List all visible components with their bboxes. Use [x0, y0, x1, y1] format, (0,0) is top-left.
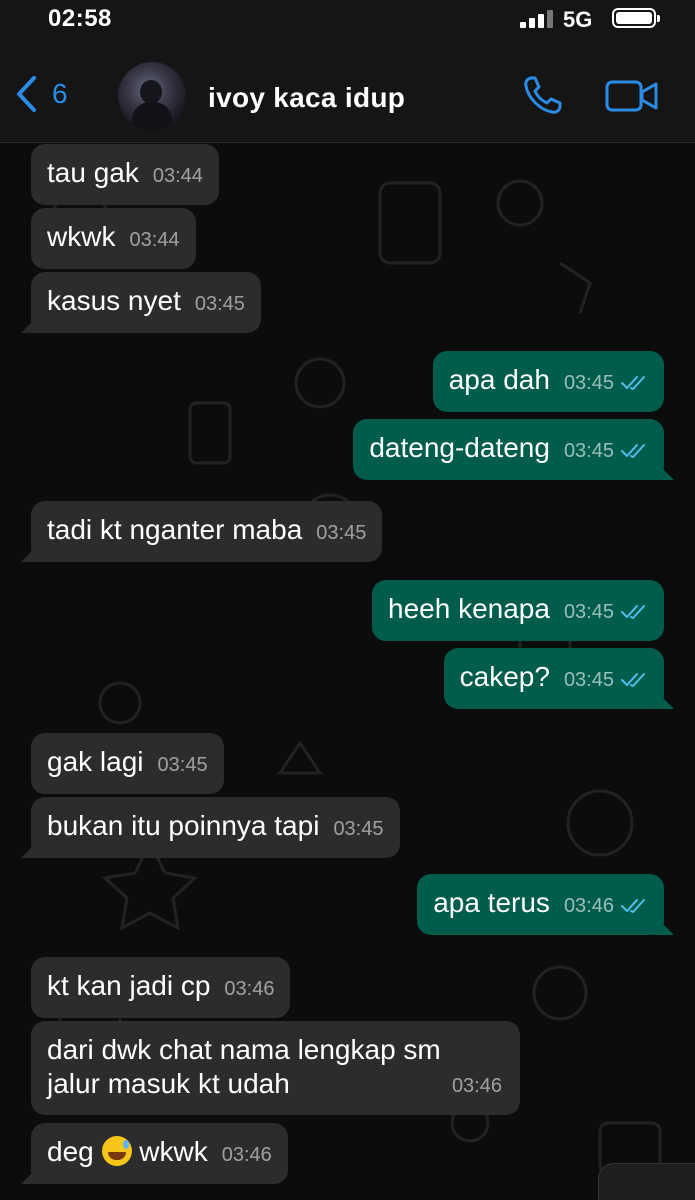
message-time: 03:45 — [563, 601, 614, 623]
message-text: tau gak — [47, 157, 139, 188]
signal-strength-icon — [520, 10, 554, 28]
message-text: deg — [47, 1136, 94, 1167]
message-time: 03:45 — [316, 522, 367, 544]
message-time: 03:45 — [194, 293, 245, 315]
message-text-line: jalur masuk kt udah — [47, 1068, 290, 1099]
message-text: wkwk — [47, 221, 116, 252]
message-text: heeh kenapa — [388, 593, 550, 624]
read-receipt-icon — [620, 433, 648, 467]
message-incoming[interactable]: deg wkwk 03:46 — [31, 1123, 288, 1184]
grinning-face-with-sweat-icon — [101, 1136, 132, 1166]
message-text: dateng-dateng — [369, 432, 550, 463]
message-incoming[interactable]: wkwk 03:44 — [31, 208, 196, 269]
message-time: 03:45 — [563, 372, 614, 394]
message-time: 03:45 — [333, 818, 384, 840]
message-outgoing[interactable]: heeh kenapa 03:45 — [372, 580, 664, 641]
phone-icon — [520, 76, 568, 122]
message-text: kasus nyet — [47, 285, 181, 316]
message-outgoing[interactable]: apa terus 03:46 — [417, 874, 664, 935]
video-camera-icon — [604, 80, 660, 118]
message-text: wkwk — [139, 1136, 208, 1167]
message-text: apa terus — [433, 887, 550, 918]
message-time: 03:44 — [129, 229, 180, 251]
message-outgoing[interactable]: cakep? 03:45 — [443, 648, 664, 709]
message-outgoing[interactable]: dateng-dateng 03:45 — [353, 419, 664, 480]
status-time: 02:58 — [48, 5, 112, 32]
read-receipt-icon — [620, 888, 648, 922]
message-time: 03:45 — [157, 754, 208, 776]
read-receipt-icon — [620, 662, 648, 696]
chat-header: 6 ivoy kaca idup — [0, 44, 695, 143]
message-incoming[interactable]: bukan itu poinnya tapi 03:45 — [31, 797, 400, 858]
scroll-to-bottom-button[interactable] — [598, 1163, 695, 1200]
message-incoming[interactable]: kt kan jadi cp 03:46 — [31, 957, 291, 1018]
network-type: 5G — [563, 7, 593, 32]
message-time: 03:45 — [563, 669, 614, 691]
message-text: tadi kt nganter maba — [47, 514, 303, 545]
message-time: 03:46 — [563, 895, 614, 917]
message-text: bukan itu poinnya tapi — [47, 810, 320, 841]
message-time: 03:45 — [563, 440, 614, 462]
message-incoming[interactable]: tau gak 03:44 — [31, 144, 219, 205]
message-text: cakep? — [459, 661, 550, 692]
avatar[interactable] — [118, 62, 186, 130]
message-outgoing[interactable]: apa dah 03:45 — [432, 351, 664, 412]
message-incoming[interactable]: tadi kt nganter maba 03:45 — [31, 501, 383, 562]
contact-name[interactable]: ivoy kaca idup — [208, 82, 405, 114]
message-incoming[interactable]: gak lagi 03:45 — [31, 733, 224, 794]
message-time: 03:44 — [152, 165, 203, 187]
chat-messages[interactable]: tau gak 03:44 wkwk 03:44 kasus nyet 03:45 a… — [0, 143, 695, 1200]
voice-call-button[interactable] — [520, 74, 568, 118]
message-text: apa dah — [448, 364, 550, 395]
unread-count: 6 — [52, 78, 68, 109]
message-time: 03:46 — [451, 1075, 502, 1097]
battery-icon — [612, 8, 660, 28]
status-bar: 02:58 5G — [0, 0, 695, 44]
read-receipt-icon — [620, 594, 648, 628]
message-time: 03:46 — [224, 978, 275, 1000]
read-receipt-icon — [620, 365, 648, 399]
chevron-left-icon — [14, 75, 38, 113]
video-call-button[interactable] — [604, 78, 660, 114]
message-text: kt kan jadi cp — [47, 970, 211, 1001]
back-button[interactable]: 6 — [14, 72, 68, 116]
message-incoming[interactable]: dari dwk chat nama lengkap sm jalur masu… — [31, 1021, 520, 1115]
message-text: gak lagi — [47, 746, 144, 777]
message-time: 03:46 — [221, 1144, 272, 1166]
message-text-line: dari dwk chat nama lengkap sm — [47, 1034, 441, 1065]
message-incoming[interactable]: kasus nyet 03:45 — [31, 272, 261, 333]
